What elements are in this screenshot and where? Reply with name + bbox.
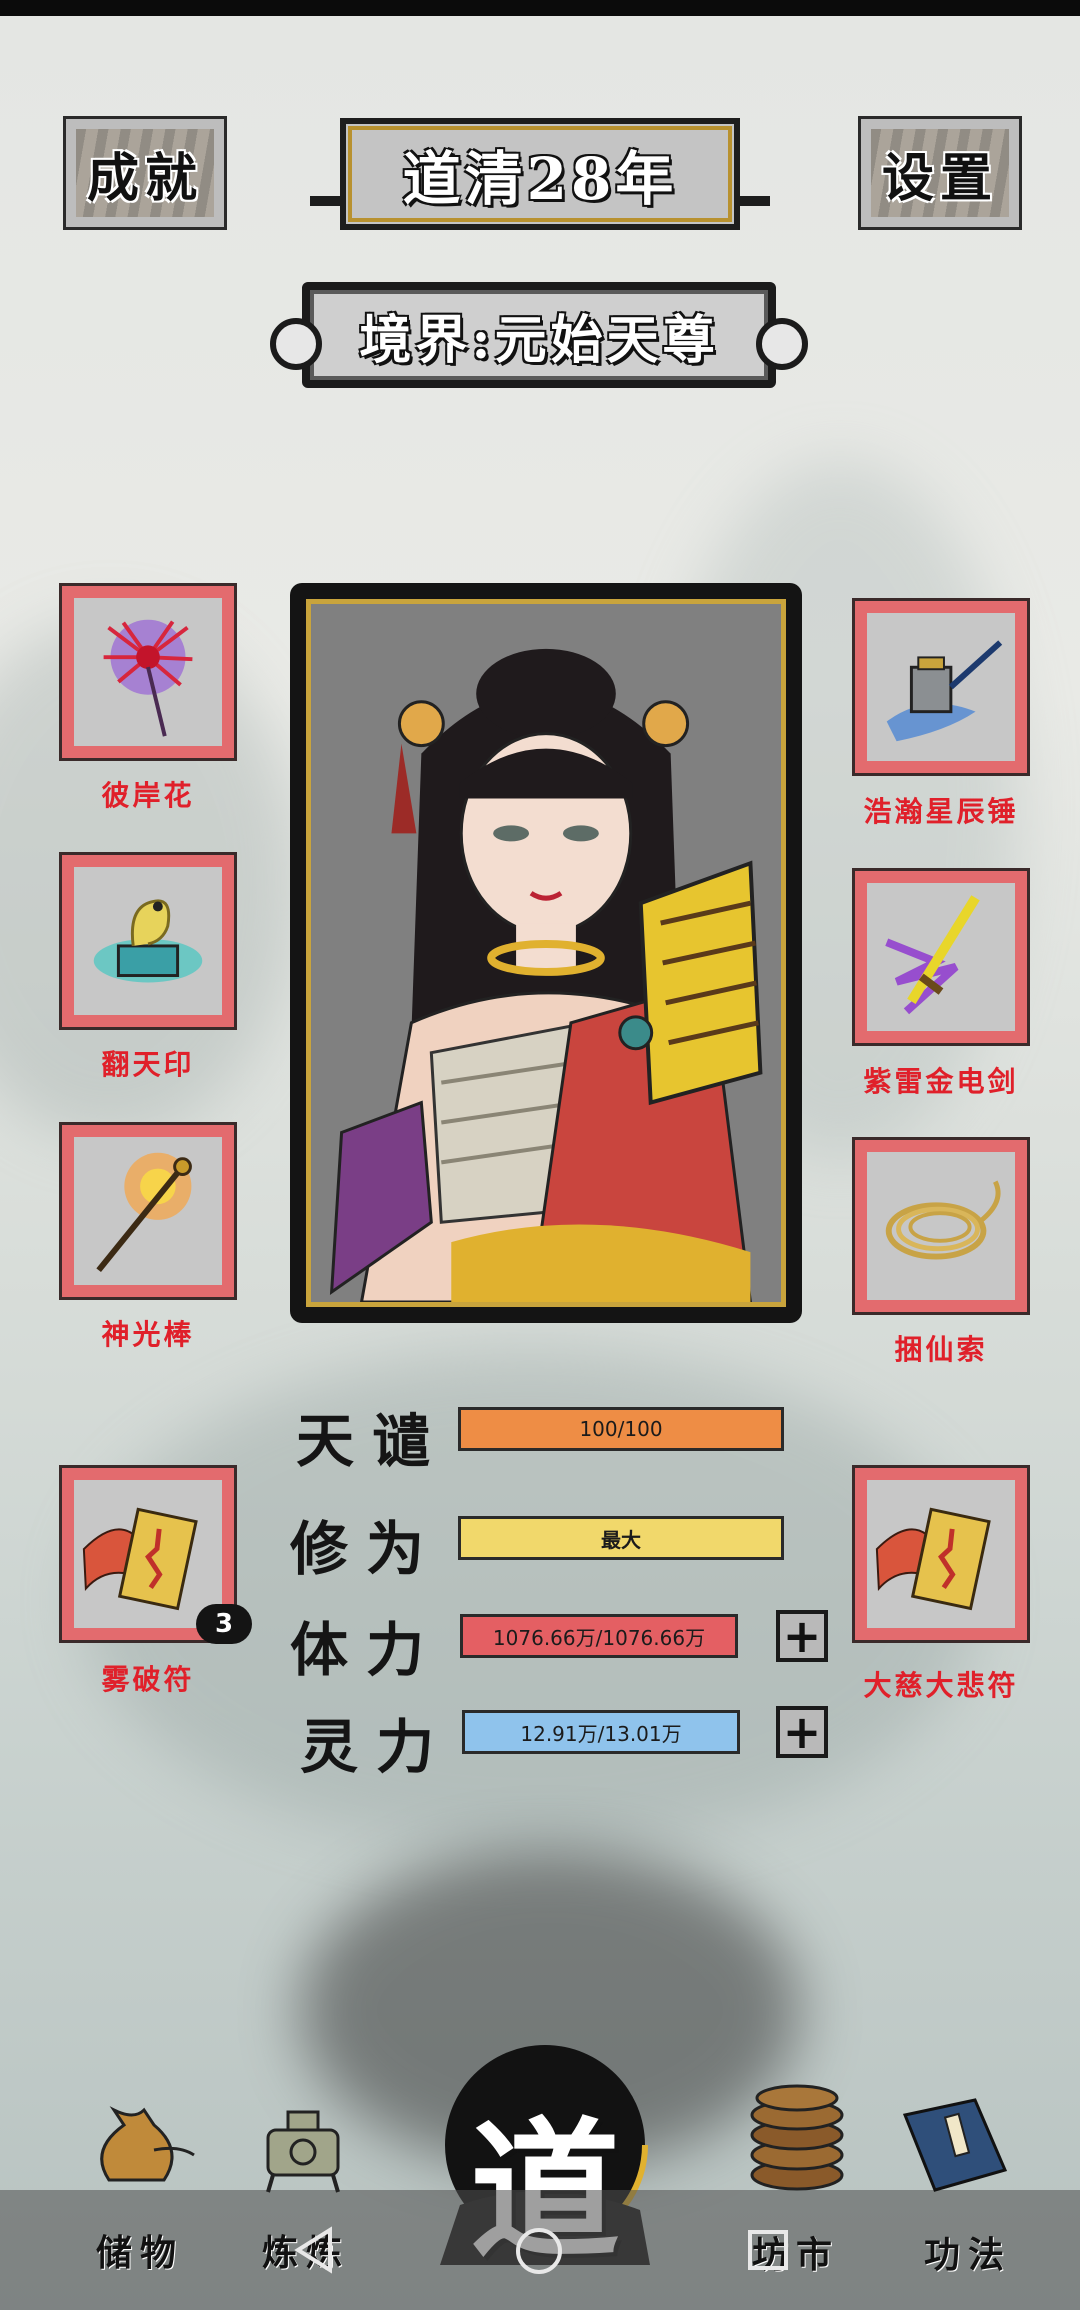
red-spider-lily-icon [103,619,193,737]
item-slot-immortal-rope[interactable] [852,1137,1030,1315]
item-label: 浩瀚星辰锤 [863,795,1019,828]
talisman-icon [875,1507,991,1611]
item-label: 翻天印 [101,1048,195,1081]
year-plaque: 道清28年 [310,118,770,230]
character-figure-icon [311,604,781,1302]
item-label: 紫雷金电剑 [863,1065,1019,1098]
item-slot-divine-staff[interactable] [59,1122,237,1300]
item-slot-star-hammer[interactable] [852,598,1030,776]
golden-staff-icon [96,1152,192,1273]
item-slot-red-spider-lily[interactable] [59,583,237,761]
stat-bar-spirit: 12.91万/13.01万 [462,1710,740,1754]
stat-bar-tianqian: 100/100 [458,1407,784,1451]
character-portrait [306,599,786,1307]
star-hammer-icon [886,640,1003,742]
settings-button[interactable]: 设置 [858,116,1022,230]
character-portrait-frame[interactable] [290,583,802,1323]
stat-label-tianqian: 天谴 [296,1407,449,1475]
add-stamina-button[interactable]: + [776,1610,828,1662]
system-recents-icon[interactable] [746,2228,790,2272]
system-home-icon[interactable] [514,2226,564,2276]
realm-label: 境界:元始天尊 [359,309,719,371]
nav-storage[interactable]: 储物 [96,2224,184,2276]
item-label: 神光棒 [101,1318,195,1351]
dragon-seal-icon [93,899,203,983]
storage-bag-icon [100,2106,195,2182]
realm-plaque: 境界:元始天尊 [270,282,808,388]
item-slot-mercy-talisman[interactable] [852,1465,1030,1643]
settings-label: 设置 [881,147,998,209]
lightning-sword-icon [885,895,980,1015]
item-label: 捆仙索 [894,1333,988,1366]
item-count-badge: 3 [196,1604,252,1644]
talisman-icon [82,1507,198,1611]
furnace-icon [266,2110,340,2193]
stat-bar-stamina: 1076.66万/1076.66万 [460,1614,738,1658]
item-slot-sky-seal[interactable] [59,852,237,1030]
item-label: 雾破符 [101,1663,195,1696]
achievement-label: 成就 [86,147,203,209]
skill-book-icon [902,2098,1008,2192]
system-back-icon[interactable] [290,2225,338,2275]
stat-label-cultivation: 修为 [290,1515,443,1583]
year-label: 道清28年 [402,145,678,213]
rope-icon [885,1180,1001,1260]
item-label: 大慈大悲符 [863,1669,1019,1702]
status-bar [0,0,1080,16]
coins-stack-icon [750,2084,844,2191]
stat-label-spirit: 灵力 [300,1713,453,1781]
stat-label-stamina: 体力 [290,1616,443,1684]
nav-skills[interactable]: 功法 [924,2226,1012,2278]
item-label: 彼岸花 [101,779,195,812]
add-spirit-button[interactable]: + [776,1706,828,1758]
achievement-button[interactable]: 成就 [63,116,227,230]
stat-bar-cultivation: 最大 [458,1516,784,1560]
item-slot-thunder-sword[interactable] [852,868,1030,1046]
